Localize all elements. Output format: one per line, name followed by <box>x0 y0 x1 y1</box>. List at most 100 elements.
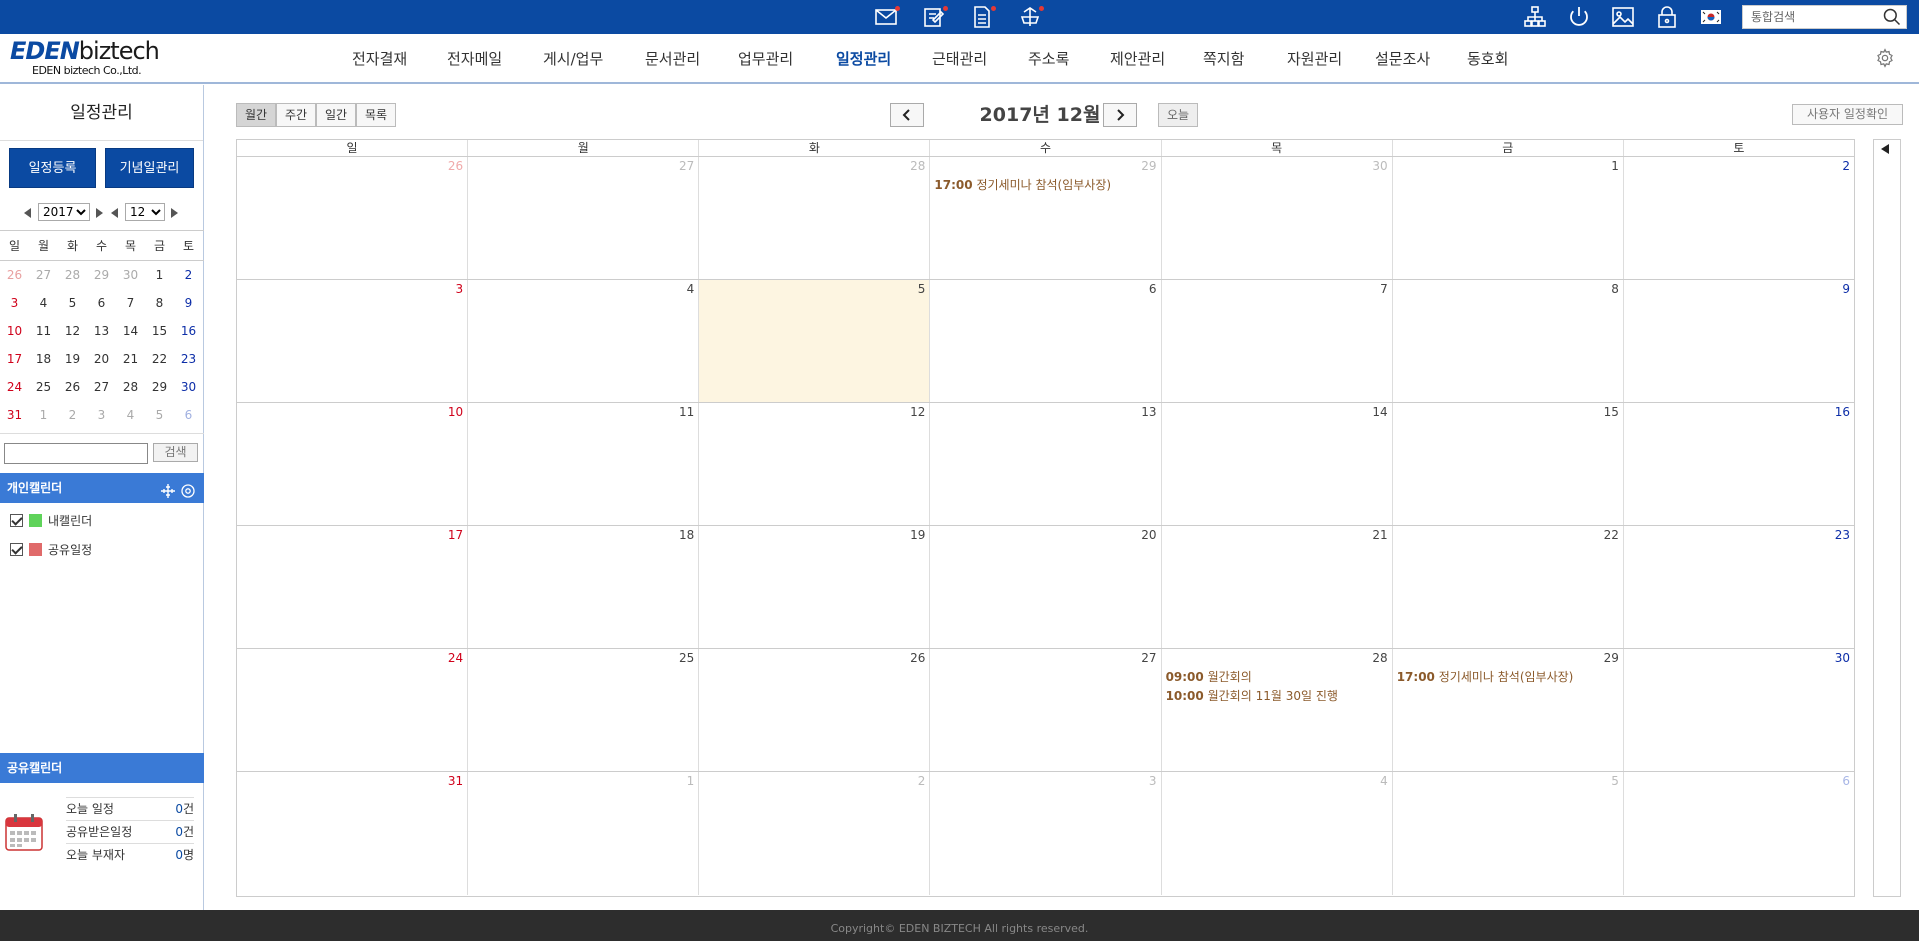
nav-item-8[interactable]: 제안관리 <box>1110 34 1165 84</box>
calendar-event[interactable]: 10:00 월간회의 11월 30일 진행 <box>1166 687 1390 706</box>
calendar-event[interactable]: 17:00 정기세미나 참석(임부사장) <box>934 176 1158 195</box>
share-icon[interactable] <box>1018 5 1044 29</box>
mini-calendar-day[interactable]: 22 <box>145 345 174 373</box>
mini-calendar-day[interactable]: 1 <box>145 261 174 289</box>
calendar-event[interactable]: 09:00 월간회의 <box>1166 668 1390 687</box>
calendar-event[interactable]: 17:00 정기세미나 참석(임부사장) <box>1397 668 1621 687</box>
mini-calendar-day[interactable]: 29 <box>87 261 116 289</box>
prev-month-icon[interactable] <box>111 208 118 218</box>
mini-calendar-day[interactable]: 25 <box>29 373 58 401</box>
view-week-button[interactable]: 주간 <box>276 103 316 127</box>
calendar-day[interactable]: 8 <box>1393 280 1624 402</box>
calendar-day[interactable]: 1 <box>468 772 700 895</box>
calendar-day[interactable]: 26 <box>237 157 469 279</box>
flag-icon[interactable] <box>1699 5 1725 29</box>
mini-calendar-day[interactable]: 18 <box>29 345 58 373</box>
calendar-day[interactable]: 10 <box>237 403 469 525</box>
mini-calendar-day[interactable]: 12 <box>58 317 87 345</box>
mini-calendar-day[interactable]: 30 <box>116 261 145 289</box>
mini-calendar-day[interactable]: 1 <box>29 401 58 429</box>
view-month-button[interactable]: 월간 <box>236 103 276 127</box>
calendar-item-my[interactable]: 내캘린더 <box>10 510 92 530</box>
calendar-day[interactable]: 11 <box>468 403 700 525</box>
mini-calendar-day[interactable]: 16 <box>174 317 203 345</box>
mini-calendar-day[interactable]: 21 <box>116 345 145 373</box>
shared-stat-row[interactable]: 오늘 부재자 0명 <box>66 843 194 866</box>
calendar-day[interactable]: 27 <box>930 649 1162 771</box>
nav-item-4[interactable]: 업무관리 <box>738 34 793 84</box>
company-logo[interactable]: EDENbiztech EDEN biztech Co.,Ltd. <box>10 37 160 81</box>
next-month-button[interactable] <box>1103 103 1137 127</box>
calendar-day[interactable]: 2 <box>699 772 931 895</box>
mini-calendar-day[interactable]: 11 <box>29 317 58 345</box>
image-icon[interactable] <box>1611 5 1637 29</box>
mini-calendar-day[interactable]: 27 <box>87 373 116 401</box>
approval-icon[interactable] <box>922 5 948 29</box>
mini-calendar-day[interactable]: 28 <box>116 373 145 401</box>
calendar-day[interactable]: 28 <box>699 157 931 279</box>
today-button[interactable]: 오늘 <box>1158 103 1198 127</box>
search-icon[interactable] <box>1882 7 1902 27</box>
calendar-day[interactable]: 30 <box>1162 157 1393 279</box>
mini-calendar-day[interactable]: 8 <box>145 289 174 317</box>
calendar-day[interactable]: 21 <box>1162 526 1393 648</box>
shared-stat-row[interactable]: 공유받은일정 0건 <box>66 820 194 843</box>
calendar-day[interactable]: 15 <box>1393 403 1624 525</box>
nav-item-5[interactable]: 일정관리 <box>836 34 891 84</box>
mini-calendar-day[interactable]: 7 <box>116 289 145 317</box>
mini-calendar-day[interactable]: 9 <box>174 289 203 317</box>
year-select[interactable]: 2017 <box>38 203 90 221</box>
mini-calendar-day[interactable]: 26 <box>58 373 87 401</box>
nav-item-2[interactable]: 게시/업무 <box>543 34 603 84</box>
mini-calendar-day[interactable]: 5 <box>145 401 174 429</box>
mini-calendar-day[interactable]: 13 <box>87 317 116 345</box>
next-month-icon[interactable] <box>171 208 178 218</box>
calendar-day[interactable]: 5 <box>1393 772 1624 895</box>
calendar-day[interactable]: 19 <box>699 526 931 648</box>
nav-item-12[interactable]: 동호회 <box>1467 34 1508 84</box>
document-icon[interactable] <box>970 5 996 29</box>
calendar-day[interactable]: 12 <box>699 403 931 525</box>
mail-icon[interactable] <box>874 5 900 29</box>
register-schedule-button[interactable]: 일정등록 <box>9 148 96 188</box>
expand-panel-icon[interactable] <box>1881 144 1889 154</box>
calendar-day[interactable]: 13 <box>930 403 1162 525</box>
mini-calendar-day[interactable]: 2 <box>58 401 87 429</box>
calendar-day[interactable]: 6 <box>1624 772 1854 895</box>
nav-item-3[interactable]: 문서관리 <box>645 34 700 84</box>
user-schedule-button[interactable]: 사용자 일정확인 <box>1792 104 1903 125</box>
calendar-day[interactable]: 22 <box>1393 526 1624 648</box>
view-list-button[interactable]: 목록 <box>356 103 396 127</box>
mini-calendar-day[interactable]: 3 <box>0 289 29 317</box>
view-day-button[interactable]: 일간 <box>316 103 356 127</box>
calendar-day[interactable]: 20 <box>930 526 1162 648</box>
calendar-day[interactable]: 26 <box>699 649 931 771</box>
mini-calendar-day[interactable]: 28 <box>58 261 87 289</box>
calendar-checkbox[interactable] <box>10 542 23 556</box>
calendar-day[interactable]: 18 <box>468 526 700 648</box>
mini-calendar-day[interactable]: 15 <box>145 317 174 345</box>
mini-calendar-day[interactable]: 3 <box>87 401 116 429</box>
global-search-input[interactable] <box>1743 6 1873 28</box>
mini-calendar-day[interactable]: 5 <box>58 289 87 317</box>
prev-month-button[interactable] <box>890 103 924 127</box>
calendar-day[interactable]: 4 <box>468 280 700 402</box>
add-calendar-icon[interactable] <box>160 480 176 498</box>
mini-calendar-day[interactable]: 17 <box>0 345 29 373</box>
calendar-item-shared[interactable]: 공유일정 <box>10 539 92 559</box>
schedule-search-button[interactable]: 검색 <box>153 443 198 462</box>
org-chart-icon[interactable] <box>1523 5 1549 29</box>
nav-item-6[interactable]: 근태관리 <box>932 34 987 84</box>
calendar-day-today[interactable]: 5 <box>699 280 931 402</box>
calendar-day[interactable]: 4 <box>1162 772 1393 895</box>
calendar-day[interactable]: 2 <box>1624 157 1854 279</box>
calendar-day[interactable]: 7 <box>1162 280 1393 402</box>
calendar-day[interactable]: 29 17:00 정기세미나 참석(임부사장) <box>930 157 1162 279</box>
calendar-day[interactable]: 9 <box>1624 280 1854 402</box>
mini-calendar-day[interactable]: 26 <box>0 261 29 289</box>
mini-calendar-day[interactable]: 4 <box>29 289 58 317</box>
mini-calendar-day[interactable]: 6 <box>87 289 116 317</box>
calendar-day[interactable]: 24 <box>237 649 469 771</box>
anniversary-manage-button[interactable]: 기념일관리 <box>105 148 194 188</box>
nav-item-9[interactable]: 쪽지함 <box>1203 34 1244 84</box>
